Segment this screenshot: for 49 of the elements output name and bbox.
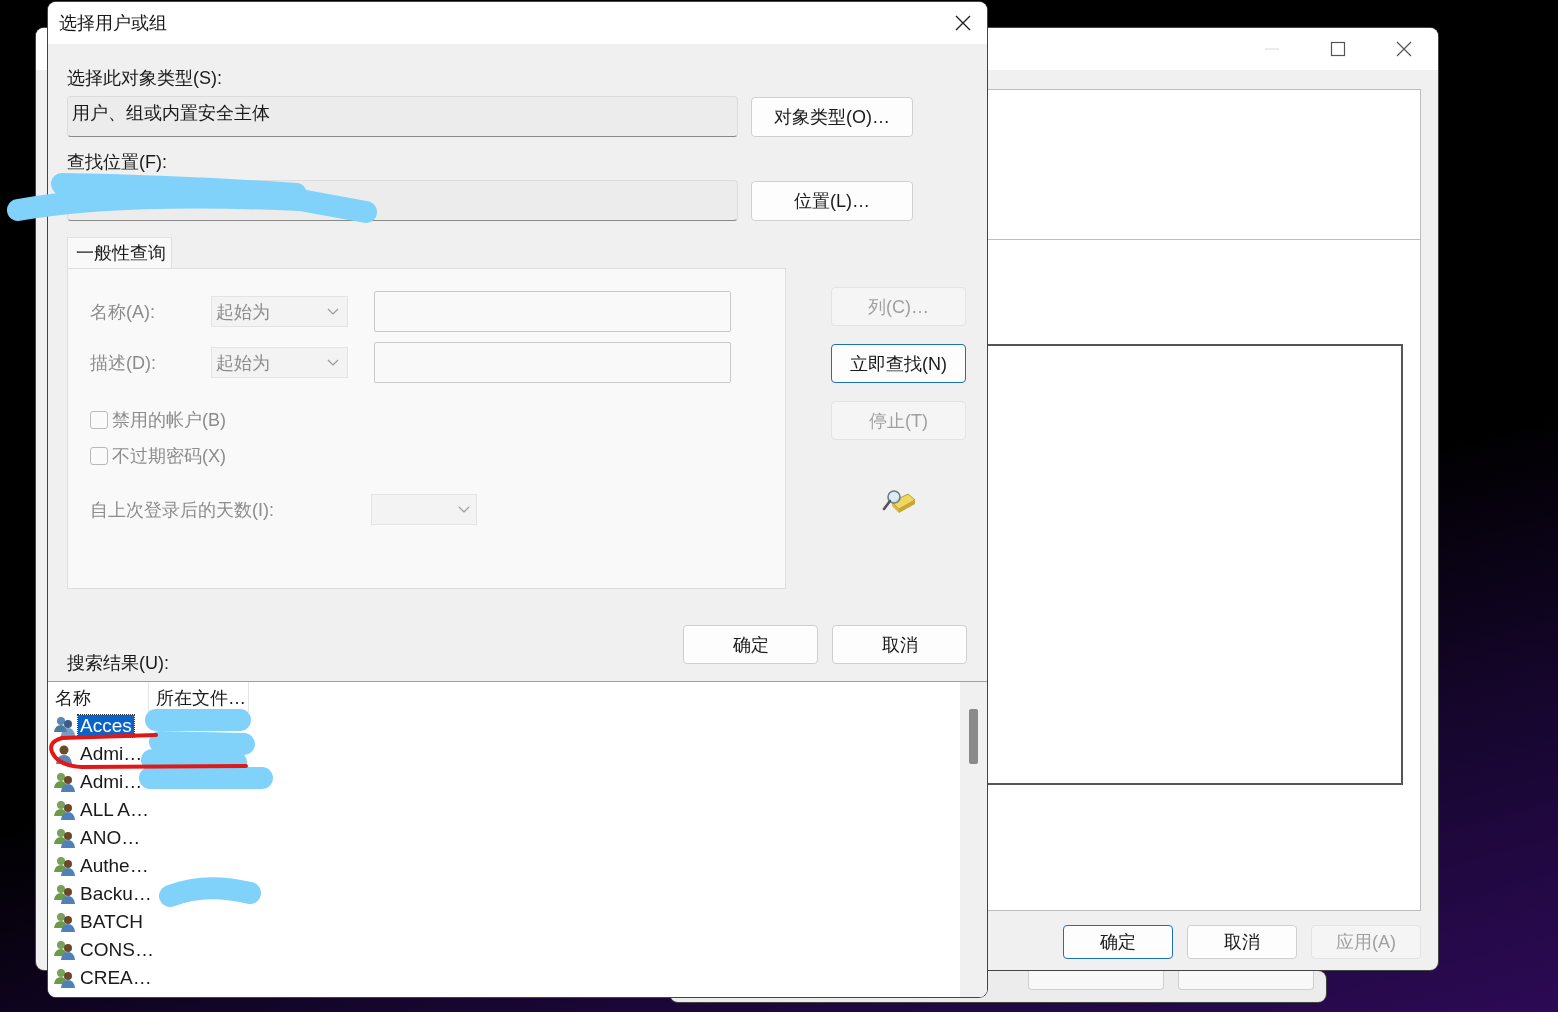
result-name[interactable]: Admi…: [78, 771, 145, 793]
result-name[interactable]: Acces: [78, 715, 134, 737]
dialog-button[interactable]: 确定: [683, 625, 818, 664]
object-type-field[interactable]: 用户、组或内置安全主体: [67, 96, 738, 137]
dialog-button[interactable]: 确定: [1063, 925, 1173, 959]
group-icon: [54, 940, 76, 960]
dialog-button[interactable]: 取消: [1187, 925, 1297, 959]
field-label: 查找位置(F):: [67, 151, 168, 174]
field-label: 自上次登录后的天数(I):: [90, 498, 275, 522]
dialog-button[interactable]: 立即查找(N): [831, 344, 966, 383]
group-icon: [54, 772, 76, 792]
group-icon: [54, 828, 76, 848]
result-name[interactable]: BATCH: [78, 911, 145, 933]
group-icon: [54, 856, 76, 876]
result-name[interactable]: Admi…: [78, 743, 145, 765]
field-label: 描述(D):: [90, 351, 157, 375]
field-label: 选择此对象类型(S):: [67, 67, 223, 90]
result-name[interactable]: Authe…: [78, 855, 151, 877]
checkbox-label: 禁用的帐户(B): [112, 409, 226, 432]
group-icon: [54, 884, 76, 904]
dialog-button[interactable]: [1028, 971, 1164, 990]
field-label: 搜索结果(U):: [67, 652, 169, 675]
tab[interactable]: 一般性查询: [67, 237, 172, 268]
maximize-icon[interactable]: [1330, 41, 1346, 57]
result-name[interactable]: ANO…: [78, 827, 143, 849]
dialog-button[interactable]: 对象类型(O)…: [751, 96, 913, 137]
result-name[interactable]: CREA…: [78, 967, 154, 989]
field-label: 名称(A):: [90, 300, 156, 324]
column-header[interactable]: 名称: [48, 682, 149, 712]
chevron-icon: [327, 358, 339, 367]
chevron-icon: [458, 505, 470, 514]
group-icon: [54, 968, 76, 988]
scroll-thumb[interactable]: [969, 709, 978, 764]
search-icon: [881, 488, 916, 516]
close-icon[interactable]: [1396, 41, 1412, 57]
column-header[interactable]: 所在文件…: [149, 682, 249, 712]
result-name[interactable]: CONS…: [78, 939, 156, 961]
group-icon: [54, 716, 76, 736]
dialog-button[interactable]: [1178, 971, 1314, 990]
close-icon[interactable]: [955, 15, 971, 31]
checkbox-label: 不过期密码(X): [112, 445, 226, 468]
window-title: 选择用户或组: [59, 12, 167, 35]
result-name[interactable]: ALL A…: [78, 799, 151, 821]
group-icon: [54, 912, 76, 932]
chevron-icon: [327, 307, 339, 316]
dialog-button[interactable]: 取消: [832, 625, 967, 664]
result-name[interactable]: Backu…: [78, 883, 154, 905]
group-icon: [54, 800, 76, 820]
dialog-button[interactable]: 位置(L)…: [751, 180, 913, 221]
